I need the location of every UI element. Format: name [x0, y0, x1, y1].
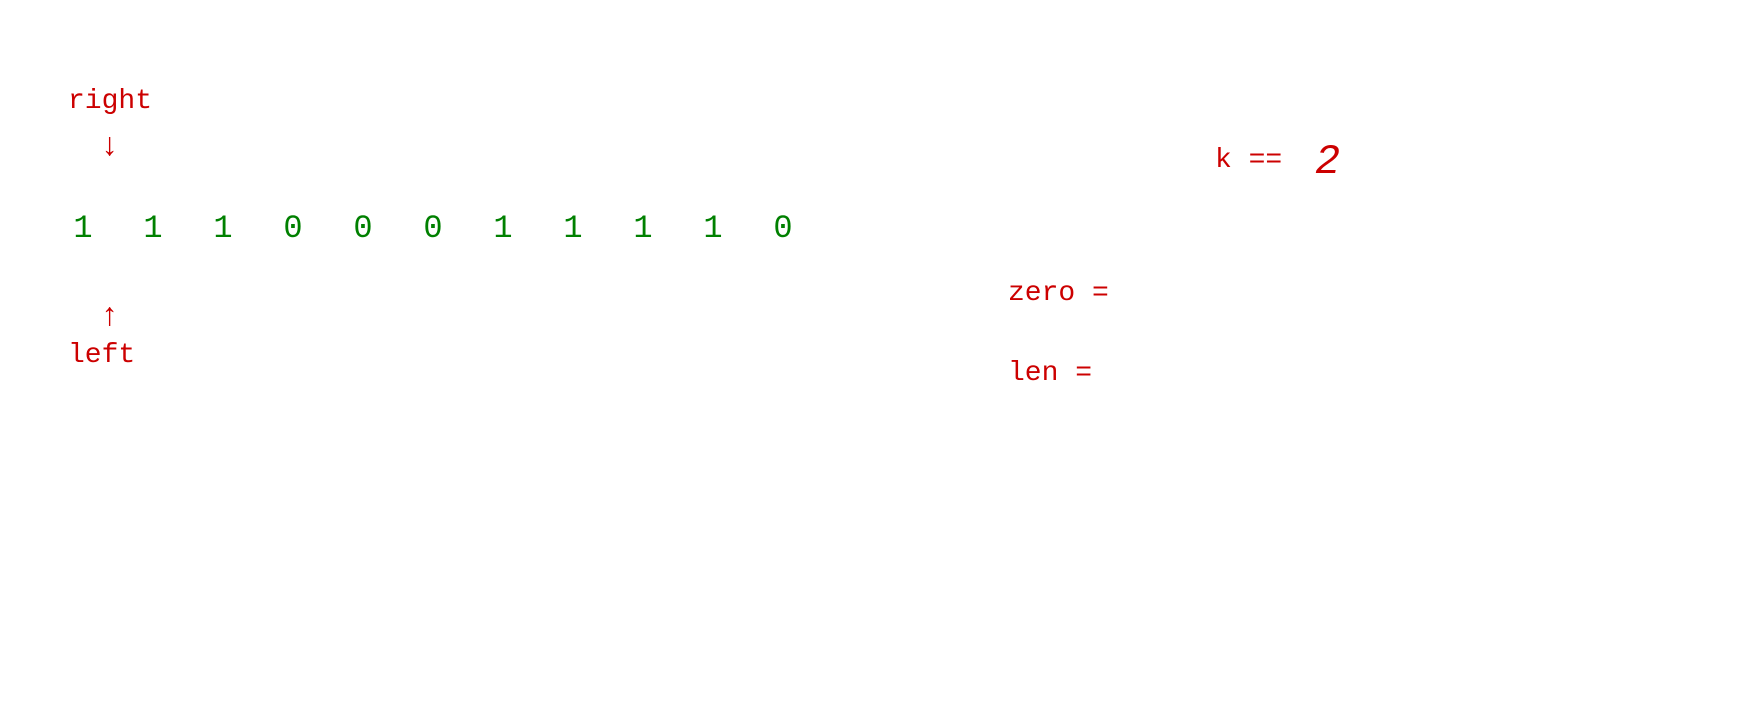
- array-item-6: 1: [488, 210, 518, 247]
- array-row: 1 1 1 0 0 0 1 1 1 1 0: [68, 210, 798, 247]
- array-item-8: 1: [628, 210, 658, 247]
- array-item-10: 0: [768, 210, 798, 247]
- right-arrow-icon: ↓: [100, 128, 119, 165]
- array-item-3: 0: [278, 210, 308, 247]
- array-item-7: 1: [558, 210, 588, 247]
- right-label: right: [68, 86, 152, 117]
- len-label: len =: [1008, 358, 1092, 389]
- array-item-0: 1: [68, 210, 98, 247]
- left-arrow-icon: ↑: [100, 298, 119, 335]
- array-item-4: 0: [348, 210, 378, 247]
- array-item-5: 0: [418, 210, 448, 247]
- array-item-9: 1: [698, 210, 728, 247]
- zero-label: zero =: [1008, 278, 1109, 309]
- k-value: 2: [1315, 138, 1340, 186]
- array-item-1: 1: [138, 210, 168, 247]
- left-label: left: [68, 340, 135, 371]
- k-label: k ==: [1215, 145, 1282, 176]
- array-item-2: 1: [208, 210, 238, 247]
- main-container: right ↓ 1 1 1 0 0 0 1 1 1 1 0 ↑ left k == 2 zero =…: [0, 0, 1750, 705]
